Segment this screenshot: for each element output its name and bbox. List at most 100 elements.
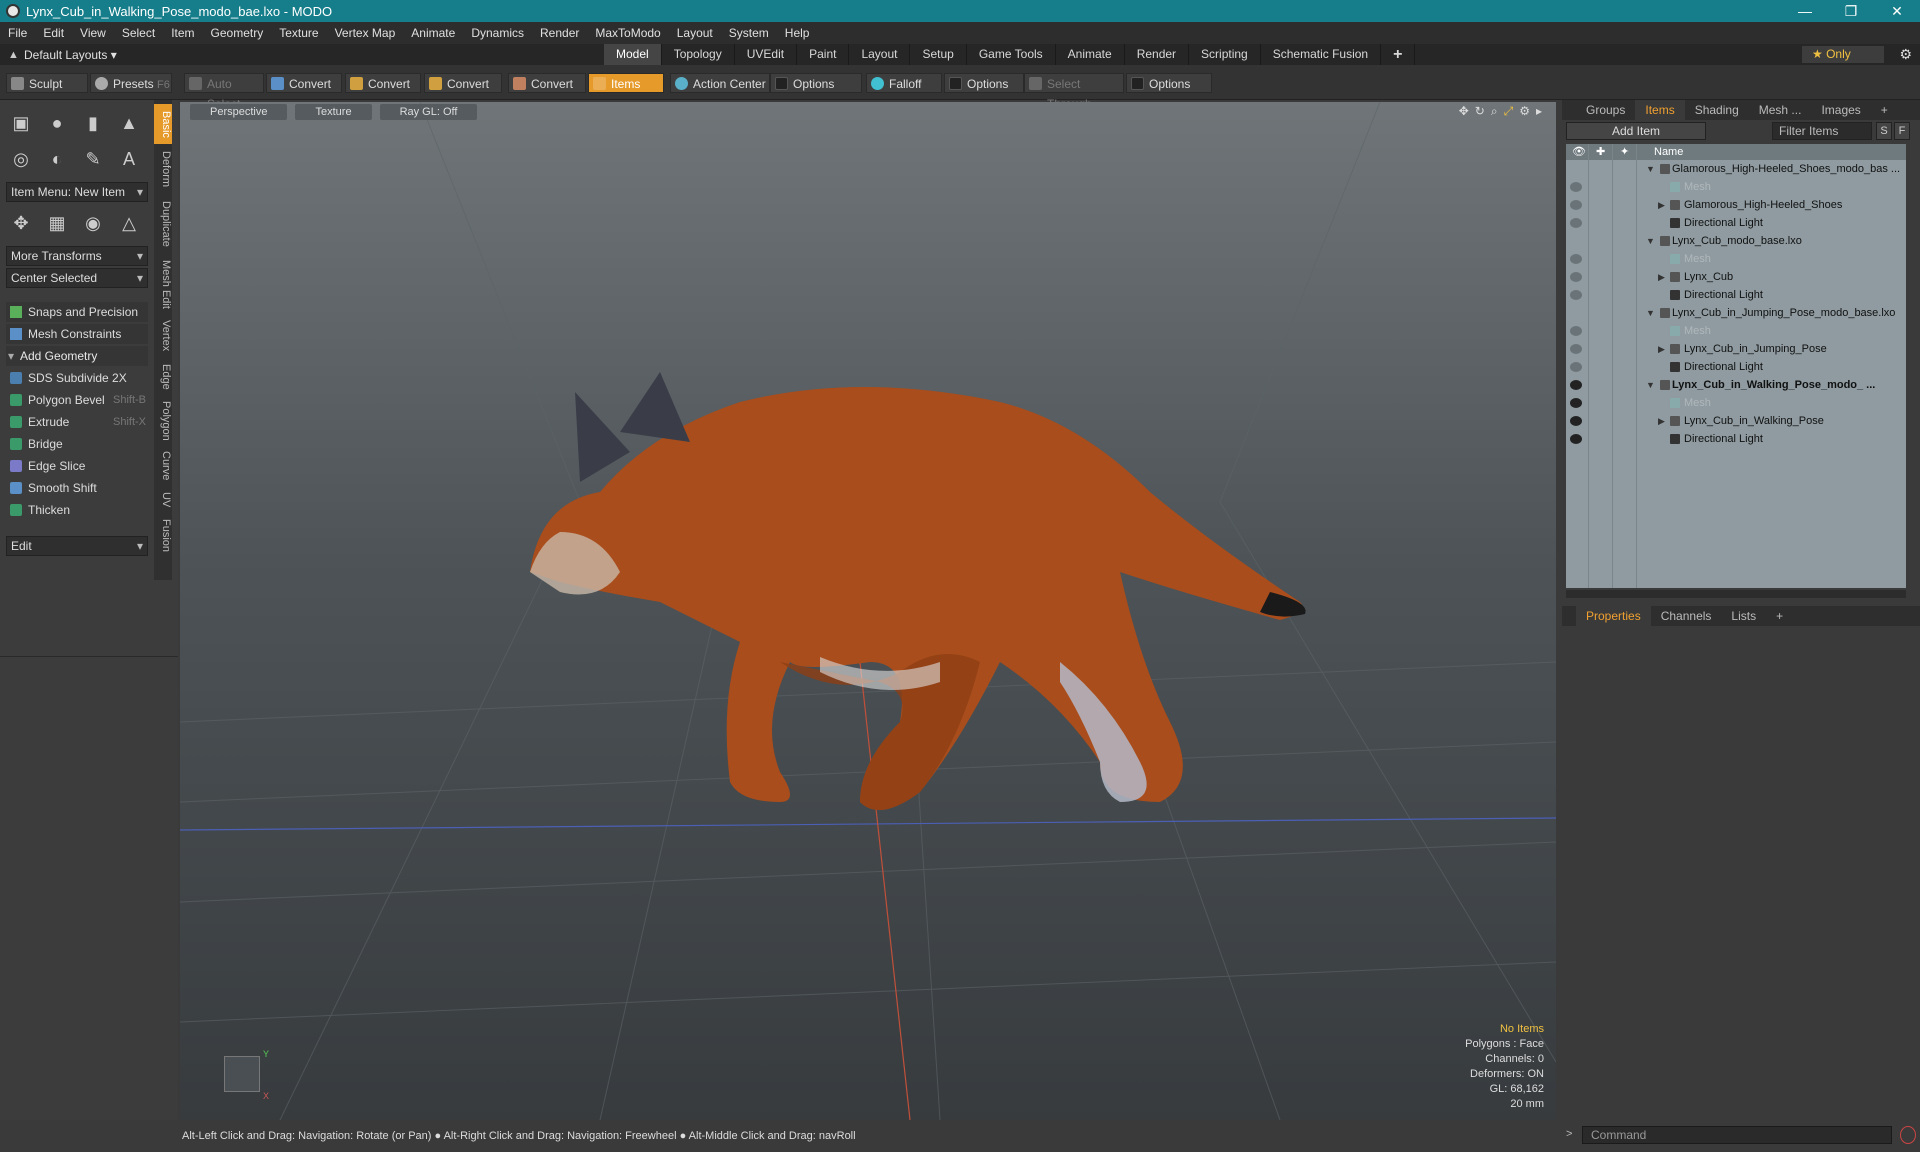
close-button[interactable]: ✕: [1874, 0, 1920, 22]
tree-row-mesh[interactable]: Mesh: [1566, 250, 1906, 268]
vtab-vertex[interactable]: Vertex: [154, 316, 172, 356]
vtab-edge[interactable]: Edge: [154, 360, 172, 394]
lock-column-icon[interactable]: ✚: [1596, 144, 1605, 160]
tree-row-mesh[interactable]: Mesh: [1566, 178, 1906, 196]
tool-edge-slice[interactable]: Edge Slice: [6, 456, 148, 476]
collapse-icon[interactable]: ▼: [1646, 304, 1655, 322]
select-options-button[interactable]: Options: [1126, 73, 1212, 93]
tool-polygon-bevel[interactable]: Polygon Bevel Shift-B: [6, 390, 148, 410]
falloff-button[interactable]: Falloff: [866, 73, 942, 93]
menu-edit[interactable]: Edit: [35, 26, 72, 40]
text-icon[interactable]: A: [114, 144, 144, 174]
presets-button[interactable]: Presets F6: [90, 73, 172, 93]
vtab-mesh-edit[interactable]: Mesh Edit: [154, 256, 172, 312]
tab-layout[interactable]: Layout: [849, 44, 911, 65]
menu-system[interactable]: System: [721, 26, 777, 40]
add-panel-tab-button[interactable]: +: [1871, 100, 1898, 120]
cube-icon[interactable]: ▣: [6, 108, 36, 138]
convert-polygons-button[interactable]: Convert: [424, 73, 502, 93]
pen-icon[interactable]: ✎: [78, 144, 108, 174]
item-tree[interactable]: 👁 ✚ ✦ Name ▼ Glamorous_High-Heeled_Shoes_…: [1566, 144, 1906, 588]
sculpt-button[interactable]: Sculpt: [6, 73, 88, 93]
vtab-deform[interactable]: Deform: [154, 146, 172, 192]
tool-thicken[interactable]: Thicken: [6, 500, 148, 520]
eye-icon[interactable]: [1570, 434, 1582, 444]
tab-images[interactable]: Images: [1811, 100, 1870, 120]
tree-row-scene[interactable]: ▼ Lynx_Cub_in_Jumping_Pose_modo_base.lxo: [1566, 304, 1906, 322]
tree-row-group[interactable]: ▶ Lynx_Cub: [1566, 268, 1906, 286]
expand-icon[interactable]: ▶: [1658, 196, 1665, 214]
collapse-icon[interactable]: ▼: [1646, 232, 1655, 250]
menu-animate[interactable]: Animate: [403, 26, 463, 40]
search-s-button[interactable]: S: [1876, 122, 1892, 140]
tab-mesh[interactable]: Mesh ...: [1749, 100, 1812, 120]
expand-icon[interactable]: ▶: [1658, 340, 1665, 358]
name-column-header[interactable]: Name: [1654, 144, 1683, 160]
item-menu-dropdown[interactable]: Item Menu: New Item: [6, 182, 148, 202]
tab-lists[interactable]: Lists: [1721, 606, 1766, 626]
tool-sds-subdivide[interactable]: SDS Subdivide 2X: [6, 368, 148, 388]
command-record-icon[interactable]: [1900, 1126, 1916, 1144]
tab-properties[interactable]: Properties: [1576, 606, 1651, 626]
center-selected-dropdown[interactable]: Center Selected: [6, 268, 148, 288]
tab-items[interactable]: Items: [1635, 100, 1685, 120]
vtab-fusion[interactable]: Fusion: [154, 516, 172, 556]
menu-dynamics[interactable]: Dynamics: [463, 26, 532, 40]
command-expand-icon[interactable]: >: [1566, 1128, 1572, 1140]
select-through-button[interactable]: Select Through: [1024, 73, 1124, 111]
tab-groups[interactable]: Groups: [1576, 100, 1635, 120]
tree-row-light[interactable]: Directional Light: [1566, 214, 1906, 232]
tool-extrude[interactable]: Extrude Shift-X: [6, 412, 148, 432]
menu-vertex-map[interactable]: Vertex Map: [327, 26, 404, 40]
eye-icon[interactable]: [1570, 344, 1582, 354]
tree-row-light[interactable]: Directional Light: [1566, 286, 1906, 304]
tree-row-group[interactable]: ▶ Lynx_Cub_in_Jumping_Pose: [1566, 340, 1906, 358]
tab-setup[interactable]: Setup: [910, 44, 967, 65]
gear-icon[interactable]: ⚙: [1899, 46, 1912, 63]
vtab-polygon[interactable]: Polygon: [154, 398, 172, 444]
snaps-and-precision-button[interactable]: Snaps and Precision: [6, 302, 148, 322]
tab-render[interactable]: Render: [1125, 44, 1190, 65]
vtab-uv[interactable]: UV: [154, 488, 172, 512]
raygl-tab[interactable]: Ray GL: Off: [379, 104, 478, 120]
eye-icon[interactable]: [1570, 254, 1582, 264]
tree-row-group[interactable]: ▶ Glamorous_High-Heeled_Shoes: [1566, 196, 1906, 214]
eye-icon[interactable]: [1570, 200, 1582, 210]
mesh-constraints-button[interactable]: Mesh Constraints: [6, 324, 148, 344]
tree-row-light[interactable]: Directional Light: [1566, 430, 1906, 448]
3d-viewport[interactable]: Perspective Texture Ray GL: Off ✥ ↻ ⌕ ⤢ …: [180, 102, 1556, 1120]
eye-icon[interactable]: [1570, 218, 1582, 228]
menu-file[interactable]: File: [0, 26, 35, 40]
viewport-menu-icon[interactable]: ▸: [1536, 104, 1542, 119]
pyramid-icon[interactable]: △: [114, 208, 144, 238]
tree-horizontal-scrollbar[interactable]: [1566, 590, 1906, 598]
convert-materials-button[interactable]: Convert: [508, 73, 586, 93]
tab-scripting[interactable]: Scripting: [1189, 44, 1261, 65]
tab-channels[interactable]: Channels: [1651, 606, 1722, 626]
action-center-button[interactable]: Action Center: [670, 73, 770, 93]
add-geometry-header[interactable]: Add Geometry: [6, 346, 148, 366]
add-tab-button[interactable]: +: [1381, 44, 1416, 65]
menu-layout[interactable]: Layout: [669, 26, 721, 40]
lynx-cub-model[interactable]: [530, 372, 1306, 810]
tab-schematic-fusion[interactable]: Schematic Fusion: [1261, 44, 1382, 65]
eye-icon[interactable]: [1570, 326, 1582, 336]
cylinder-icon[interactable]: ▮: [78, 108, 108, 138]
torus-icon[interactable]: ◎: [6, 144, 36, 174]
auto-select-button[interactable]: Auto Select: [184, 73, 264, 111]
menu-render[interactable]: Render: [532, 26, 587, 40]
add-props-tab-button[interactable]: +: [1766, 606, 1793, 626]
pan-icon[interactable]: ✥: [1459, 104, 1469, 119]
sphere-icon[interactable]: ●: [42, 108, 72, 138]
layout-collapse-icon[interactable]: ▲: [8, 49, 19, 61]
cone-icon[interactable]: ▲: [114, 108, 144, 138]
capsule-icon[interactable]: ◐: [42, 144, 72, 174]
collapse-icon[interactable]: ▼: [1646, 160, 1655, 178]
tree-row-scene-active[interactable]: ▼ Lynx_Cub_in_Walking_Pose_modo_ ...: [1566, 376, 1906, 394]
tab-topology[interactable]: Topology: [662, 44, 735, 65]
tree-row-light[interactable]: Directional Light: [1566, 358, 1906, 376]
eye-icon[interactable]: [1570, 398, 1582, 408]
eye-icon[interactable]: [1570, 416, 1582, 426]
maximize-button[interactable]: ❐: [1828, 0, 1874, 22]
expand-icon[interactable]: ▶: [1658, 412, 1665, 430]
